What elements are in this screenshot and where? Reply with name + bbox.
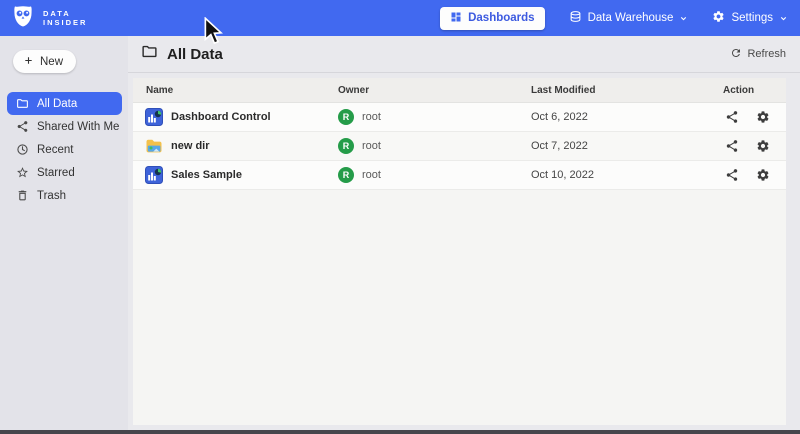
- owner-avatar: R: [338, 167, 354, 183]
- new-button-label: New: [40, 56, 63, 68]
- sidebar-item-label: Shared With Me: [37, 121, 119, 133]
- refresh-label: Refresh: [747, 48, 786, 60]
- nav-data-warehouse-button[interactable]: Data Warehouse: [569, 10, 689, 26]
- nav-dashboards-button[interactable]: Dashboards: [440, 7, 544, 30]
- sidebar-item-label: Recent: [37, 144, 73, 156]
- column-header-name: Name: [133, 85, 338, 96]
- sidebar-item-all-data[interactable]: All Data: [7, 92, 122, 115]
- last-modified-date: Oct 6, 2022: [531, 111, 723, 123]
- share-icon: [16, 120, 29, 133]
- dashboard-file-icon: [145, 108, 163, 126]
- share-icon[interactable]: [725, 139, 739, 153]
- main-pane: All Data Refresh Name Owner Last Modifie…: [128, 36, 800, 434]
- new-button[interactable]: New: [13, 50, 76, 73]
- sidebar-item-starred[interactable]: Starred: [7, 161, 122, 184]
- bottom-edge-strip: [0, 430, 800, 434]
- folder-icon: [141, 43, 158, 65]
- plus-icon: [23, 55, 34, 69]
- sidebar-item-label: All Data: [37, 98, 77, 110]
- share-icon[interactable]: [725, 110, 739, 124]
- logo-text: DATA INSIDER: [43, 9, 87, 27]
- refresh-icon: [730, 47, 742, 62]
- app-window: DATA INSIDER Dashboards: [0, 0, 800, 434]
- table-row[interactable]: new dir R root Oct 7, 2022: [133, 132, 786, 161]
- nav-dashboards-label: Dashboards: [468, 12, 534, 24]
- sidebar: New All Data Shared With Me Recent: [0, 36, 128, 434]
- file-name: new dir: [171, 140, 210, 152]
- refresh-button[interactable]: Refresh: [730, 47, 786, 62]
- gear-icon[interactable]: [756, 139, 770, 153]
- sidebar-item-label: Starred: [37, 167, 75, 179]
- column-header-action: Action: [723, 85, 786, 96]
- share-icon[interactable]: [725, 168, 739, 182]
- app-logo[interactable]: DATA INSIDER: [0, 3, 87, 34]
- nav-settings-label: Settings: [731, 12, 773, 24]
- gear-icon: [712, 10, 725, 26]
- sidebar-item-trash[interactable]: Trash: [7, 184, 122, 207]
- gear-icon[interactable]: [756, 168, 770, 182]
- owner-name: root: [362, 169, 381, 181]
- chevron-down-icon: [779, 14, 788, 23]
- folder-file-icon: [145, 137, 163, 155]
- sidebar-item-shared-with-me[interactable]: Shared With Me: [7, 115, 122, 138]
- top-bar: DATA INSIDER Dashboards: [0, 0, 800, 36]
- sidebar-nav: All Data Shared With Me Recent Starred: [0, 92, 128, 207]
- owner-avatar: R: [338, 138, 354, 154]
- column-header-owner: Owner: [338, 85, 531, 96]
- top-nav: Dashboards Data Warehouse: [440, 7, 800, 30]
- owner-name: root: [362, 140, 381, 152]
- page-title: All Data: [167, 46, 223, 63]
- owner-avatar: R: [338, 109, 354, 125]
- owner-name: root: [362, 111, 381, 123]
- gear-icon[interactable]: [756, 110, 770, 124]
- trash-icon: [16, 189, 29, 202]
- data-table: Name Owner Last Modified Action: [133, 78, 786, 425]
- last-modified-date: Oct 10, 2022: [531, 169, 723, 181]
- sidebar-item-recent[interactable]: Recent: [7, 138, 122, 161]
- pane-header: All Data Refresh: [128, 36, 800, 73]
- clock-icon: [16, 143, 29, 156]
- nav-data-warehouse-label: Data Warehouse: [588, 12, 674, 24]
- dashboard-grid-icon: [450, 11, 462, 26]
- table-row[interactable]: Dashboard Control R root Oct 6, 2022: [133, 103, 786, 132]
- table-row[interactable]: Sales Sample R root Oct 10, 2022: [133, 161, 786, 190]
- file-name: Dashboard Control: [171, 111, 271, 123]
- file-name: Sales Sample: [171, 169, 242, 181]
- sidebar-item-label: Trash: [37, 190, 66, 202]
- database-icon: [569, 10, 582, 26]
- nav-settings-button[interactable]: Settings: [712, 10, 788, 26]
- owl-logo-icon: [10, 3, 36, 34]
- column-header-last-modified: Last Modified: [531, 85, 723, 96]
- folder-icon: [16, 97, 29, 110]
- last-modified-date: Oct 7, 2022: [531, 140, 723, 152]
- dashboard-file-icon: [145, 166, 163, 184]
- star-icon: [16, 166, 29, 179]
- chevron-down-icon: [679, 14, 688, 23]
- table-header: Name Owner Last Modified Action: [133, 78, 786, 103]
